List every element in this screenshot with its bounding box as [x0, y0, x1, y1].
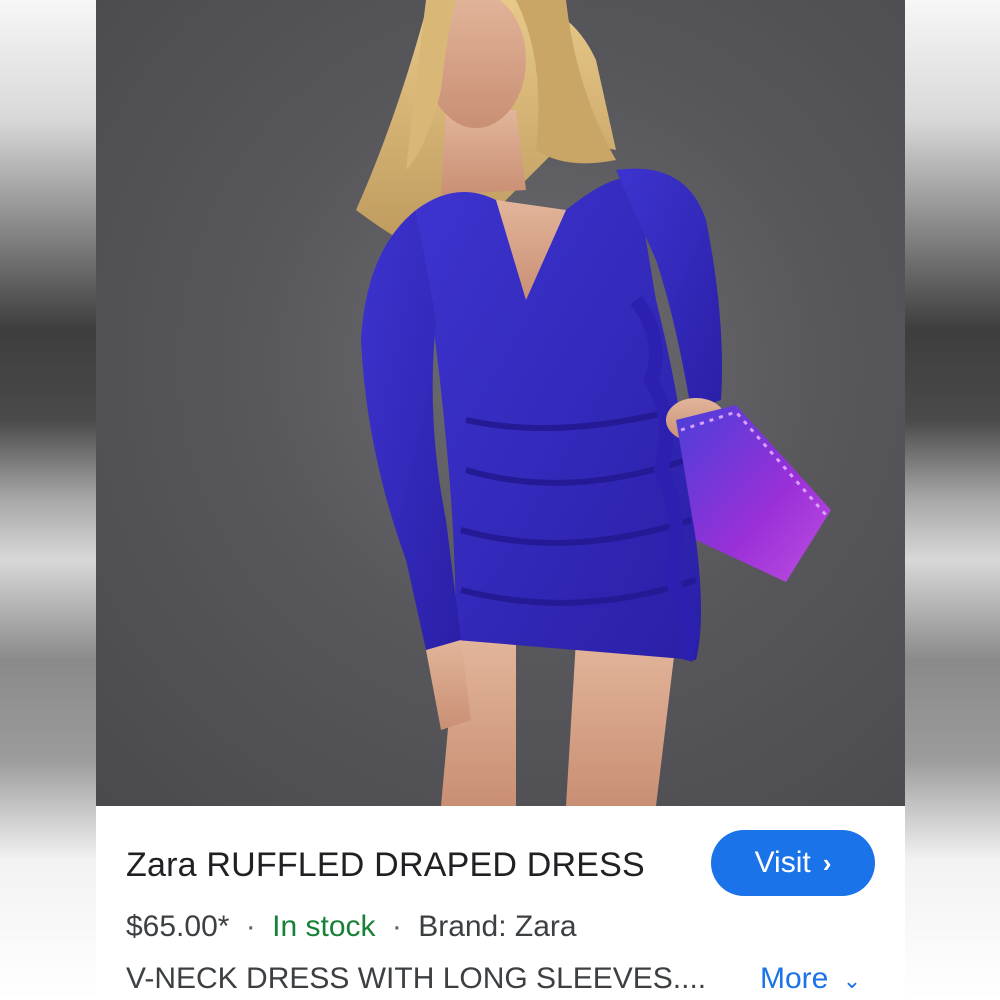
- chevron-down-icon: ⌄: [842, 968, 862, 993]
- product-meta-row: $65.00* · In stock · Brand: Zara: [126, 910, 577, 944]
- product-description: V-NECK DRESS WITH LONG SLEEVES....: [126, 962, 707, 995]
- chevron-right-icon: ›: [822, 847, 832, 878]
- separator-dot: ·: [245, 910, 256, 943]
- separator-dot: ·: [391, 910, 402, 943]
- brand-label: Brand: Zara: [418, 910, 577, 943]
- price: $65.00*: [126, 910, 230, 943]
- product-info-panel: Zara RUFFLED DRAPED DRESS Visit › $65.00…: [96, 806, 905, 1000]
- screenshot-frame: Zara RUFFLED DRAPED DRESS Visit › $65.00…: [0, 0, 1000, 1000]
- more-link[interactable]: More ⌄: [760, 962, 861, 996]
- leg-right-shape: [566, 640, 676, 806]
- visit-button[interactable]: Visit ›: [711, 830, 875, 896]
- product-card: Zara RUFFLED DRAPED DRESS Visit › $65.00…: [96, 0, 905, 1000]
- product-title[interactable]: Zara RUFFLED DRAPED DRESS: [126, 846, 645, 885]
- model-photo-illustration: [356, 0, 831, 806]
- clutch-bag-shape: [676, 405, 831, 582]
- more-label: More: [760, 962, 829, 995]
- visit-button-label: Visit: [754, 846, 811, 879]
- availability-status: In stock: [272, 910, 376, 943]
- product-image[interactable]: [96, 0, 905, 806]
